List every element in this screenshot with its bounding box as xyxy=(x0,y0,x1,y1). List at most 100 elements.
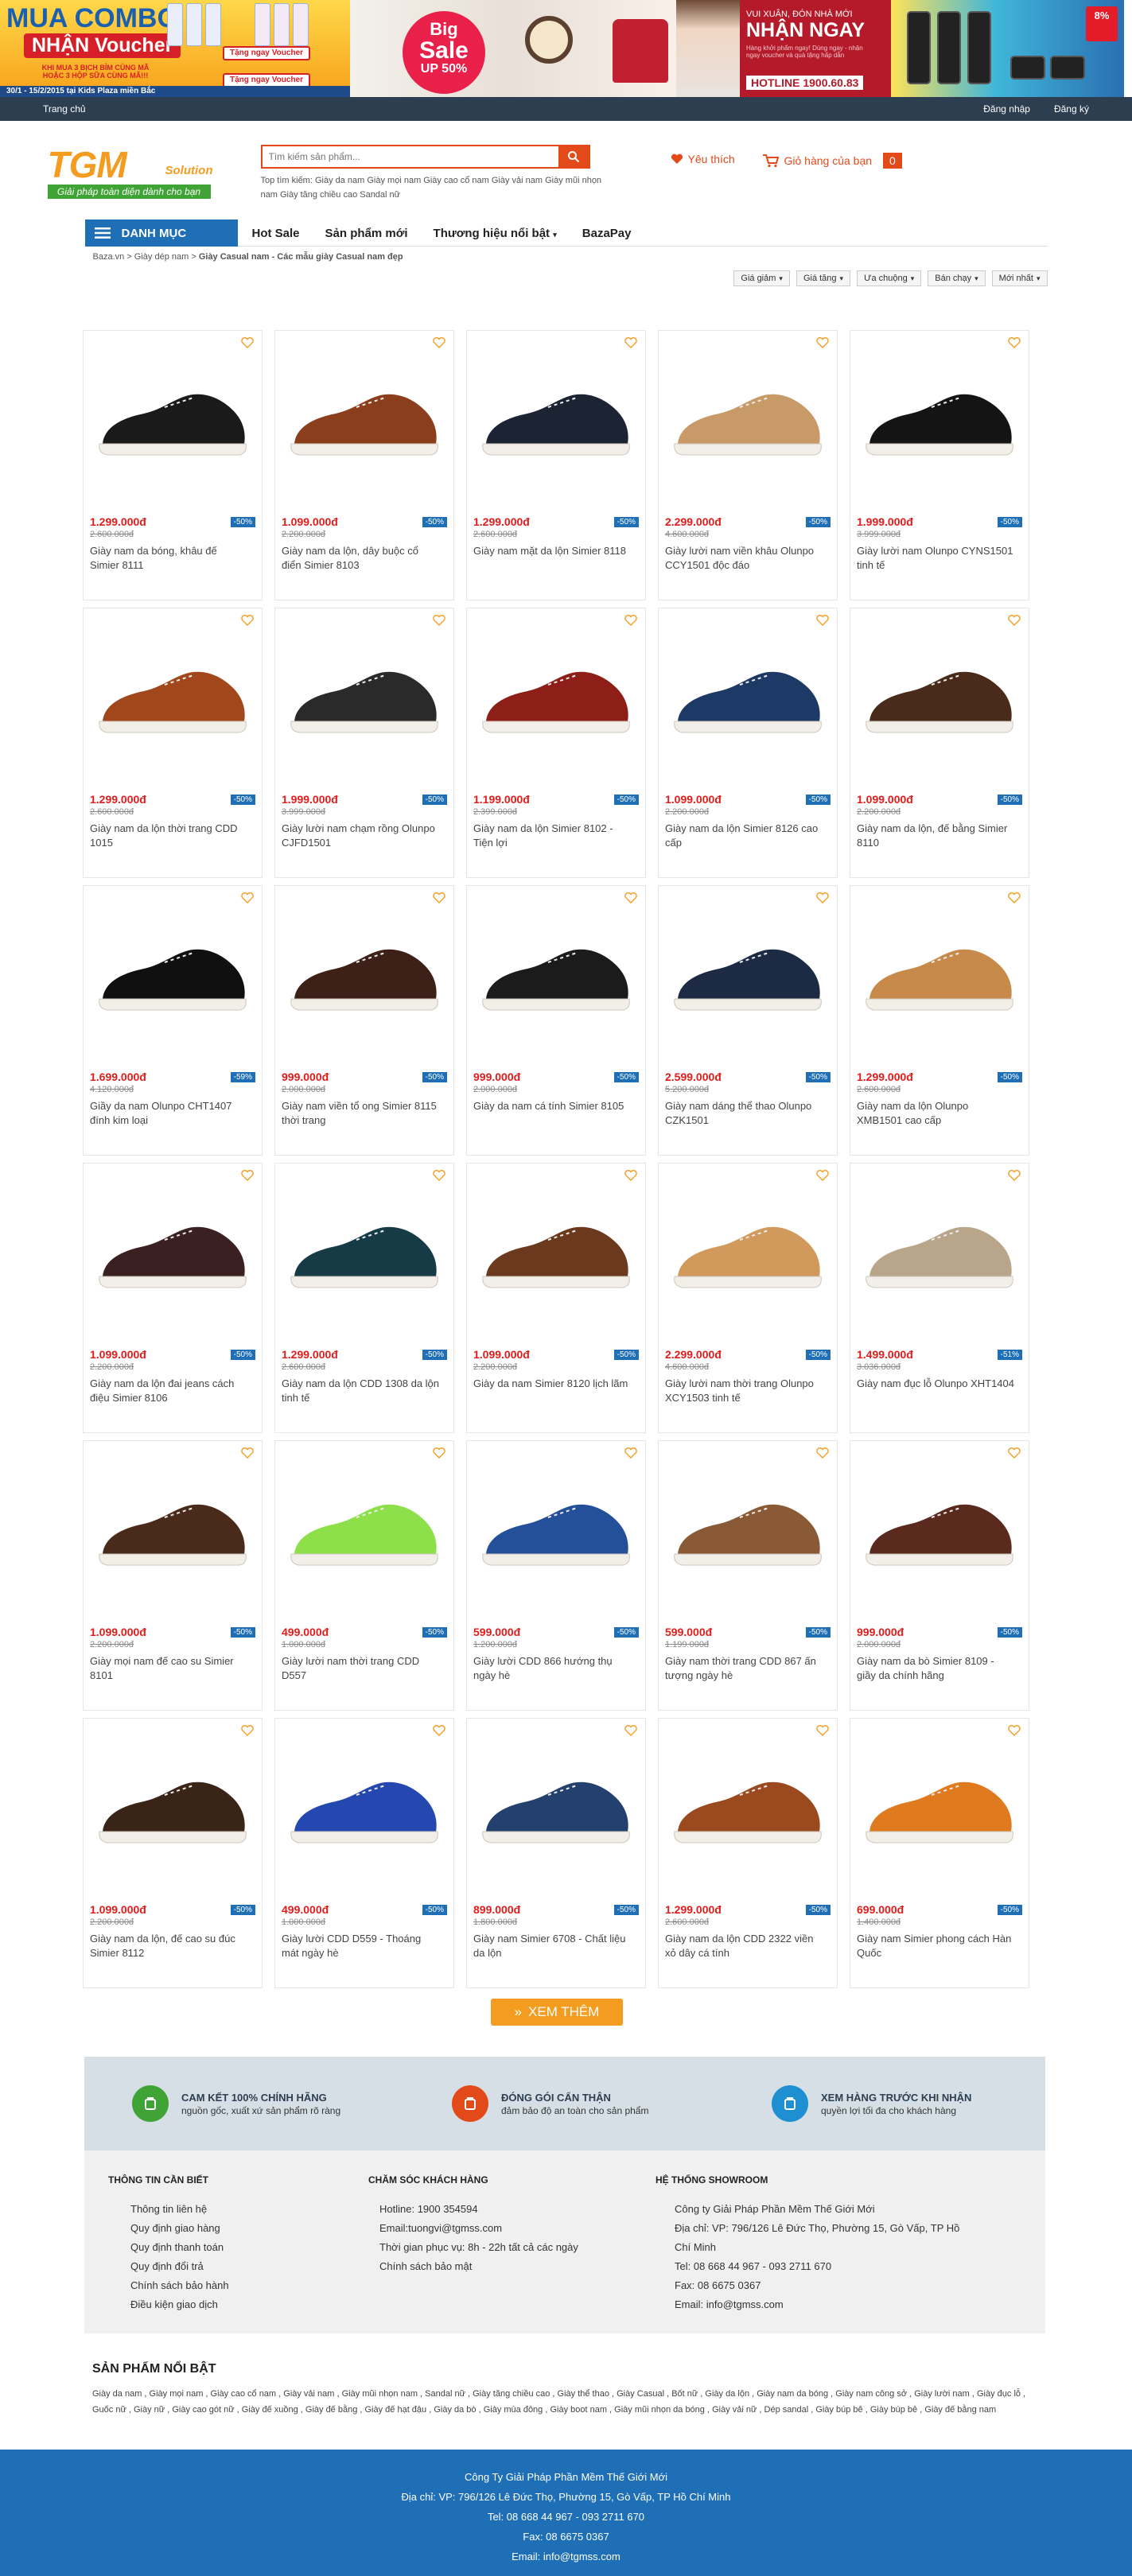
product-name[interactable]: Giày nam da lộn, dây buộc cổ điển Simier… xyxy=(282,544,441,573)
product-card[interactable]: 1.999.000đ 3.999.000đ -50% Giày lười nam ch… xyxy=(274,608,454,878)
product-card[interactable]: 1.999.000đ 3.999.000đ -50% Giày lười nam Ol… xyxy=(850,330,1029,600)
heart-icon[interactable] xyxy=(624,337,637,348)
product-card[interactable]: 1.199.000đ 2.399.000đ -50% Giày nam da lộn … xyxy=(466,608,646,878)
heart-icon[interactable] xyxy=(241,337,254,348)
product-card[interactable]: 899.000đ 1.800.000đ -50% Giày nam Simier 67… xyxy=(466,1718,646,1988)
heart-icon[interactable] xyxy=(816,337,829,348)
product-image[interactable] xyxy=(88,632,257,760)
product-name[interactable]: Giày nam đục lỗ Olunpo XHT1404 xyxy=(857,1377,1016,1391)
product-name[interactable]: Giày lười nam thời trang Olunpo XCY1503 … xyxy=(665,1377,824,1405)
login-link[interactable]: Đăng nhập xyxy=(983,97,1030,121)
product-card[interactable]: 499.000đ 1.000.000đ -50% Giày lười nam thời… xyxy=(274,1440,454,1711)
sort-option[interactable]: Mới nhất ▾ xyxy=(991,270,1048,286)
product-name[interactable]: Giày mọi nam đế cao su Simier 8101 xyxy=(90,1654,249,1683)
heart-icon[interactable] xyxy=(241,1170,254,1181)
featured-links[interactable]: Giày da nam , Giày mọi nam , Giày cao cổ… xyxy=(92,2386,1039,2418)
site-logo[interactable]: TGM Solution Giải pháp toàn diện dành ch… xyxy=(47,146,213,199)
product-image[interactable] xyxy=(88,1743,257,1870)
product-card[interactable]: 1.099.000đ 2.200.000đ -50% Giày nam da lộn,… xyxy=(274,330,454,600)
product-name[interactable]: Giày lười nam Olunpo CYNS1501 tinh tế xyxy=(857,544,1016,573)
product-card[interactable]: 1.299.000đ 2.600.000đ -50% Giày nam da lộn … xyxy=(658,1718,838,1988)
banner-phones[interactable]: 8% xyxy=(891,0,1124,97)
product-name[interactable]: Giày lười nam thời trang CDD D557 xyxy=(282,1654,441,1683)
product-card[interactable]: 1.699.000đ 4.120.000đ -59% Giầy da nam Olun… xyxy=(83,885,263,1156)
product-name[interactable]: Giày lười nam chạm rồng Olunpo CJFD1501 xyxy=(282,822,441,850)
load-more-button[interactable]: » XEM THÊM xyxy=(491,1999,623,2026)
product-card[interactable]: 1.299.000đ 2.600.000đ -50% Giày nam da lộn … xyxy=(274,1163,454,1433)
product-name[interactable]: Giày nam mặt da lộn Simier 8118 xyxy=(473,544,632,558)
heart-icon[interactable] xyxy=(1008,337,1021,348)
info-link[interactable]: Quy định thanh toán xyxy=(130,2238,229,2257)
banner-spring[interactable]: VUI XUÂN, ĐÓN NHÀ MỚI NHẬN NGAY Hàng khở… xyxy=(740,0,891,97)
product-name[interactable]: Giày da nam Simier 8120 lịch lãm xyxy=(473,1377,632,1391)
product-name[interactable]: Giày nam da bò Simier 8109 - giầy da chí… xyxy=(857,1654,1016,1683)
product-card[interactable]: 1.099.000đ 2.200.000đ -50% Giày nam da lộn,… xyxy=(850,608,1029,878)
heart-icon[interactable] xyxy=(241,1725,254,1736)
heart-icon[interactable] xyxy=(816,1725,829,1736)
product-card[interactable]: 999.000đ 2.000.000đ -50% Giày nam viền tổ o… xyxy=(274,885,454,1156)
wishlist-link[interactable]: Yêu thích xyxy=(671,153,735,165)
product-card[interactable]: 1.499.000đ 3.036.000đ -51% Giày nam đục lỗ … xyxy=(850,1163,1029,1433)
heart-icon[interactable] xyxy=(433,615,445,626)
heart-icon[interactable] xyxy=(624,615,637,626)
top-searches[interactable]: Top tìm kiếm: Giày da nam Giày mọi nam G… xyxy=(261,173,603,202)
breadcrumb-category[interactable]: Giày dép nam xyxy=(134,252,189,262)
product-name[interactable]: Giày nam da lộn thời trang CDD 1015 xyxy=(90,822,249,850)
product-name[interactable]: Giày lười nam viền khâu Olunpo CCY1501 đ… xyxy=(665,544,824,573)
heart-icon[interactable] xyxy=(624,1447,637,1459)
heart-icon[interactable] xyxy=(241,892,254,903)
heart-icon[interactable] xyxy=(433,1170,445,1181)
product-image[interactable] xyxy=(472,1465,640,1592)
product-name[interactable]: Giày lười CDD D559 - Thoáng mát ngày hè xyxy=(282,1932,441,1960)
product-image[interactable] xyxy=(663,910,832,1037)
product-image[interactable] xyxy=(280,355,449,482)
product-image[interactable] xyxy=(280,632,449,760)
product-image[interactable] xyxy=(472,910,640,1037)
heart-icon[interactable] xyxy=(624,1725,637,1736)
heart-icon[interactable] xyxy=(816,1447,829,1459)
heart-icon[interactable] xyxy=(1008,615,1021,626)
product-card[interactable]: 1.299.000đ 2.600.000đ -50% Giày nam da lộn … xyxy=(850,885,1029,1156)
product-image[interactable] xyxy=(663,355,832,482)
heart-icon[interactable] xyxy=(1008,1170,1021,1181)
product-image[interactable] xyxy=(472,355,640,482)
product-card[interactable]: 2.299.000đ 4.600.000đ -50% Giày lười nam vi… xyxy=(658,330,838,600)
nav-bazapay[interactable]: BazaPay xyxy=(582,227,632,240)
product-image[interactable] xyxy=(855,632,1024,760)
product-name[interactable]: Giày nam da lộn Simier 8126 cao cấp xyxy=(665,822,824,850)
search-button[interactable] xyxy=(558,146,589,167)
product-card[interactable]: 1.099.000đ 2.200.000đ -50% Giày nam da lộn … xyxy=(83,1163,263,1433)
product-image[interactable] xyxy=(88,355,257,482)
product-name[interactable]: Giày nam da lộn, đế cao su đúc Simier 81… xyxy=(90,1932,249,1960)
heart-icon[interactable] xyxy=(816,1170,829,1181)
heart-icon[interactable] xyxy=(1008,1725,1021,1736)
nav-hot-sale[interactable]: Hot Sale xyxy=(252,227,300,240)
nav-new-products[interactable]: Sản phẩm mới xyxy=(325,227,408,240)
product-image[interactable] xyxy=(663,632,832,760)
product-image[interactable] xyxy=(663,1743,832,1870)
heart-icon[interactable] xyxy=(816,615,829,626)
product-image[interactable] xyxy=(855,1743,1024,1870)
product-card[interactable]: 599.000đ 1.199.000đ -50% Giày nam thời tran… xyxy=(658,1440,838,1711)
product-name[interactable]: Giày nam da bóng, khâu đế Simier 8111 xyxy=(90,544,249,573)
sort-option[interactable]: Giá tăng ▾ xyxy=(796,270,851,286)
product-image[interactable] xyxy=(280,1743,449,1870)
heart-icon[interactable] xyxy=(1008,892,1021,903)
category-menu-button[interactable]: DANH MỤC xyxy=(84,220,238,247)
product-name[interactable]: Giày lười CDD 866 hướng thụ ngày hè xyxy=(473,1654,632,1683)
product-card[interactable]: 499.000đ 1.000.000đ -50% Giày lười CDD D559… xyxy=(274,1718,454,1988)
home-link[interactable]: Trang chủ xyxy=(43,97,86,121)
product-card[interactable]: 1.099.000đ 2.200.000đ -50% Giày da nam Simi… xyxy=(466,1163,646,1433)
heart-icon[interactable] xyxy=(433,892,445,903)
product-card[interactable]: 1.099.000đ 2.200.000đ -50% Giày mọi nam đế … xyxy=(83,1440,263,1711)
info-link[interactable]: Quy định đổi trả xyxy=(130,2257,229,2276)
sort-option[interactable]: Ưa chuộng ▾ xyxy=(857,270,922,286)
product-image[interactable] xyxy=(88,1465,257,1592)
product-image[interactable] xyxy=(663,1187,832,1315)
product-image[interactable] xyxy=(855,1187,1024,1315)
product-name[interactable]: Giày nam Simier 6708 - Chất liệu da lộn xyxy=(473,1932,632,1960)
product-card[interactable]: 1.299.000đ 2.600.000đ -50% Giày nam da lộn … xyxy=(83,608,263,878)
heart-icon[interactable] xyxy=(1008,1447,1021,1459)
product-card[interactable]: 599.000đ 1.200.000đ -50% Giày lười CDD 866 … xyxy=(466,1440,646,1711)
sort-option[interactable]: Bán chạy ▾ xyxy=(928,270,986,286)
